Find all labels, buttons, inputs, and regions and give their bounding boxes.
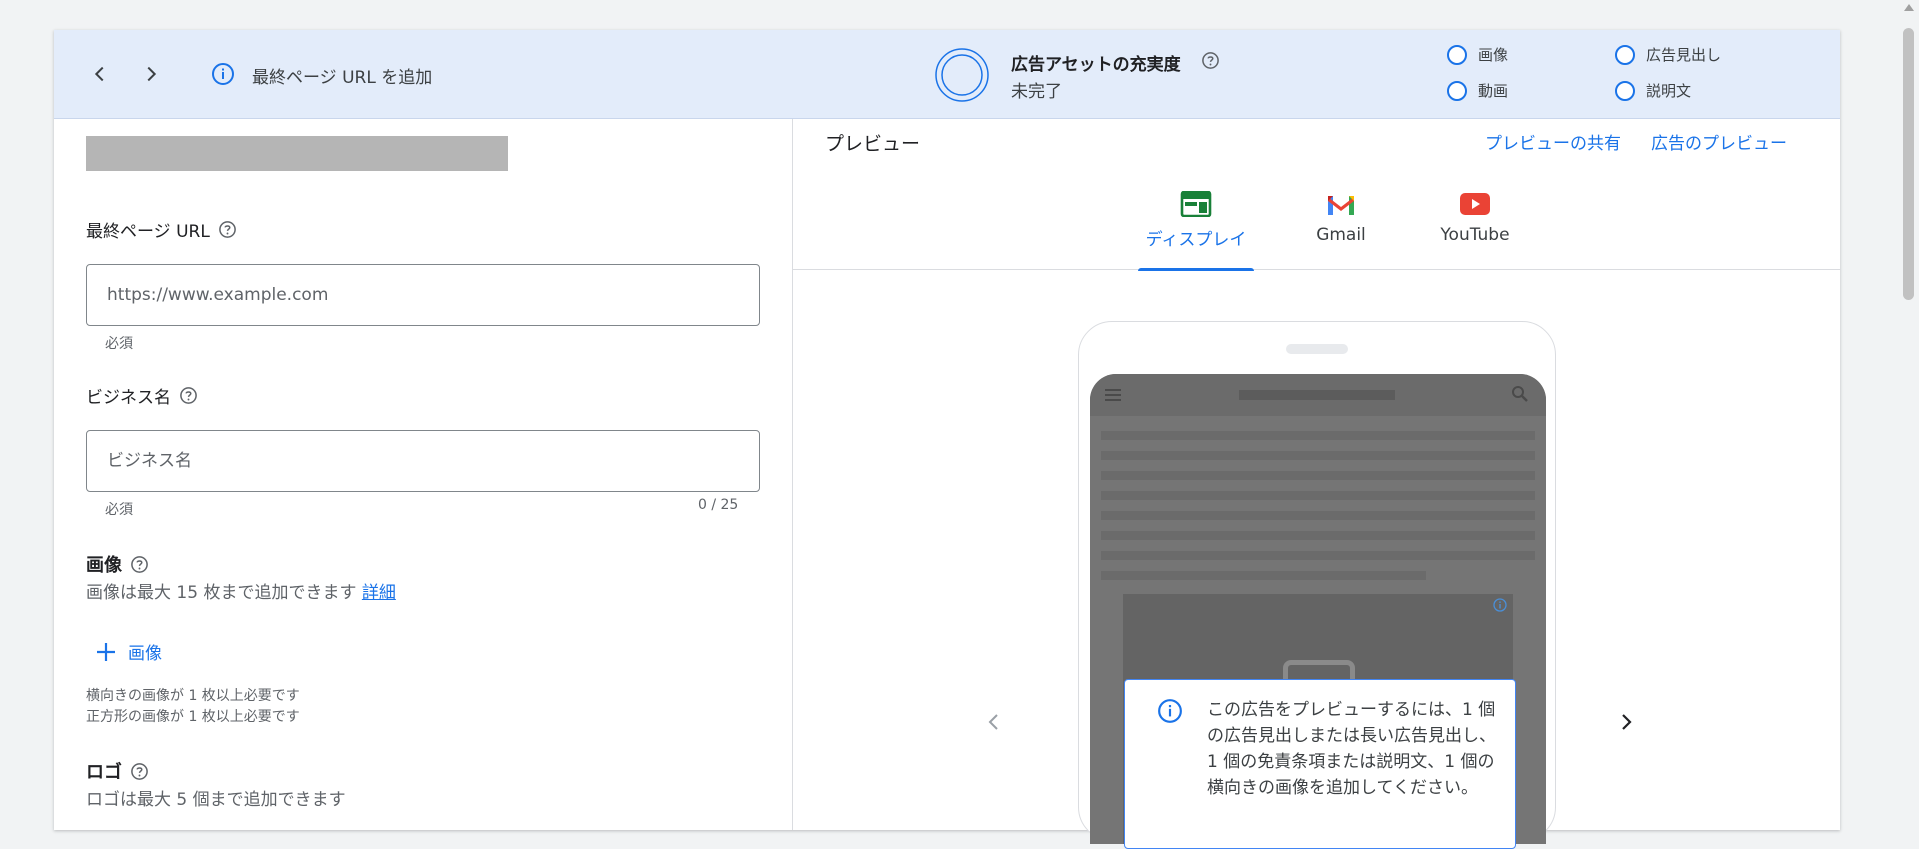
checklist-label: 説明文 xyxy=(1646,82,1692,100)
checkbox-circle xyxy=(1447,80,1467,101)
scrollbar-thumb[interactable] xyxy=(1903,28,1914,300)
ad-strength-ring xyxy=(935,48,989,102)
plus-icon xyxy=(97,642,115,661)
mock-text-line xyxy=(1101,451,1535,460)
image-requirement: 横向きの画像が 1 枚以上必要です xyxy=(86,688,300,704)
final-url-input[interactable] xyxy=(86,264,760,326)
final-url-label: 最終ページ URL xyxy=(86,217,237,242)
help-icon[interactable] xyxy=(130,555,149,574)
carousel-next-button[interactable] xyxy=(1608,704,1644,740)
search-icon xyxy=(1512,386,1528,402)
checklist-label: 動画 xyxy=(1478,82,1509,100)
business-name-counter: 0 / 25 xyxy=(698,497,739,513)
images-description-text: 画像は最大 15 枚まで追加できます xyxy=(86,583,357,603)
ad-preview-link[interactable]: 広告のプレビュー xyxy=(1651,129,1787,154)
page: 最終ページ URL を追加 広告アセットの充実度 未完了 画像 広告見出し 動画… xyxy=(0,0,1919,849)
mock-text-line xyxy=(1101,571,1426,580)
mock-text-line xyxy=(1101,431,1535,440)
mock-text-line xyxy=(1101,531,1535,540)
help-icon[interactable] xyxy=(130,762,149,781)
final-url-label-text: 最終ページ URL xyxy=(86,222,210,242)
checklist-label: 広告見出し xyxy=(1646,46,1722,64)
checklist-label: 画像 xyxy=(1478,46,1509,64)
checkbox-circle xyxy=(1615,44,1635,65)
chevron-left-icon xyxy=(988,714,998,730)
back-button[interactable] xyxy=(84,58,116,90)
checklist-item-descriptions: 説明文 xyxy=(1615,80,1691,101)
carousel-prev-button[interactable] xyxy=(976,704,1012,740)
final-url-hint: 必須 xyxy=(105,336,133,352)
active-tab-indicator xyxy=(1138,268,1254,271)
tab-label: YouTube xyxy=(1440,225,1510,245)
ad-editor-panel: 最終ページ URL を追加 広告アセットの充実度 未完了 画像 広告見出し 動画… xyxy=(54,30,1841,849)
preview-panel: プレビュー プレビューの共有 広告のプレビュー ディスプレイ Gmail You… xyxy=(792,119,1841,849)
tab-youtube[interactable]: YouTube xyxy=(1418,179,1532,270)
info-icon xyxy=(1158,699,1182,723)
ad-strength-title: 広告アセットの充実度 xyxy=(1011,55,1181,75)
images-section-title: 画像 xyxy=(86,551,149,577)
chevron-left-icon xyxy=(94,66,104,82)
logo-section-title: ロゴ xyxy=(86,758,149,784)
images-description: 画像は最大 15 枚まで追加できます 詳細 xyxy=(86,578,396,603)
business-name-input[interactable] xyxy=(86,430,760,492)
business-name-label-text: ビジネス名 xyxy=(86,388,171,408)
add-image-label: 画像 xyxy=(128,644,162,664)
mock-text-line xyxy=(1101,511,1535,520)
menu-icon xyxy=(1105,389,1121,401)
checklist-item-headlines: 広告見出し xyxy=(1615,44,1721,65)
chevron-right-icon xyxy=(1622,714,1632,730)
preview-title: プレビュー xyxy=(825,133,921,155)
checkbox-circle xyxy=(1615,80,1635,101)
help-icon[interactable] xyxy=(179,386,198,405)
redacted-title-bar xyxy=(86,136,508,171)
help-icon[interactable] xyxy=(1201,51,1220,70)
ad-strength-status: 未完了 xyxy=(1011,82,1062,102)
add-image-button[interactable]: 画像 xyxy=(94,639,162,664)
mock-text-line xyxy=(1101,551,1535,560)
asset-form: 最終ページ URL 必須 ビジネス名 必須 0 / 25 xyxy=(54,119,792,830)
tab-gmail[interactable]: Gmail xyxy=(1304,179,1378,270)
top-banner: 最終ページ URL を追加 広告アセットの充実度 未完了 画像 広告見出し 動画… xyxy=(54,30,1840,119)
mock-text-line xyxy=(1101,491,1535,500)
gmail-icon xyxy=(1328,196,1354,215)
mock-text-line xyxy=(1101,471,1535,480)
forward-button[interactable] xyxy=(135,58,167,90)
checklist-item-videos: 動画 xyxy=(1447,80,1508,101)
business-name-hint: 必須 xyxy=(105,502,133,518)
display-icon xyxy=(1180,191,1212,217)
scroll-up-arrow-icon[interactable] xyxy=(1904,4,1914,11)
ad-choices-icon xyxy=(1493,598,1507,612)
details-link[interactable]: 詳細 xyxy=(362,583,396,603)
logo-description: ロゴは最大 5 個まで追加できます xyxy=(86,790,346,810)
info-icon xyxy=(212,63,234,85)
youtube-icon xyxy=(1460,193,1490,215)
preview-notice: この広告をプレビューするには、1 個の広告見出しまたは長い広告見出し、1 個の免… xyxy=(1124,679,1516,849)
preview-notice-text: この広告をプレビューするには、1 個の広告見出しまたは長い広告見出し、1 個の免… xyxy=(1207,700,1496,798)
mock-url-bar xyxy=(1239,390,1395,400)
share-preview-link[interactable]: プレビューの共有 xyxy=(1485,129,1621,154)
mock-browser-bar xyxy=(1090,374,1546,416)
checklist-item-images: 画像 xyxy=(1447,44,1508,65)
preview-tabs: ディスプレイ Gmail YouTube xyxy=(793,179,1841,271)
image-requirement: 正方形の画像が 1 枚以上必要です xyxy=(86,709,300,725)
chevron-right-icon xyxy=(147,66,157,82)
tab-label: Gmail xyxy=(1316,225,1366,245)
phone-speaker xyxy=(1286,344,1348,354)
logo-title-text: ロゴ xyxy=(86,762,122,783)
tab-display[interactable]: ディスプレイ xyxy=(1138,179,1254,271)
business-name-label: ビジネス名 xyxy=(86,383,198,408)
images-title-text: 画像 xyxy=(86,555,122,576)
help-icon[interactable] xyxy=(218,220,237,239)
tab-label: ディスプレイ xyxy=(1145,230,1247,250)
final-url-message[interactable]: 最終ページ URL を追加 xyxy=(252,63,432,88)
checkbox-circle xyxy=(1447,44,1467,65)
